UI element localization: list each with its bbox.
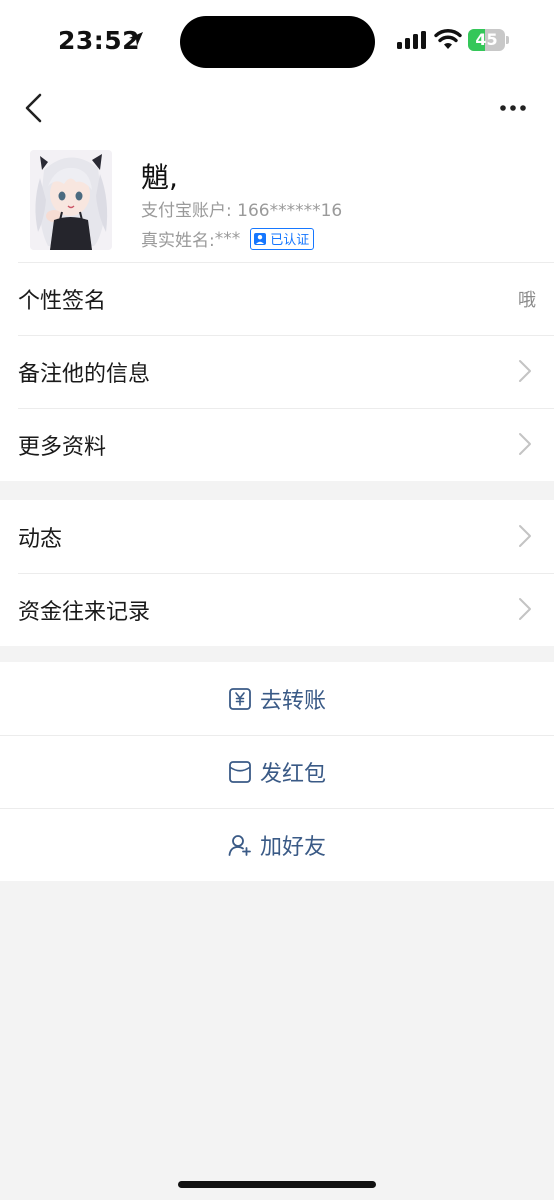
row-label: 个性签名 bbox=[18, 288, 107, 314]
transfer-label: 去转账 bbox=[259, 688, 326, 714]
signal-icon bbox=[397, 31, 426, 49]
realname-line: 真实姓名: *** 已认证 bbox=[141, 226, 315, 251]
account-line: 支付宝账户: 166******16 bbox=[141, 196, 342, 221]
chevron-right-icon bbox=[519, 525, 531, 547]
add-friend-label: 加好友 bbox=[259, 834, 326, 860]
signature-value: 哦 bbox=[518, 290, 536, 311]
battery-icon: 45 bbox=[468, 29, 510, 51]
red-packet-label: 发红包 bbox=[259, 761, 326, 787]
row-signature[interactable]: 个性签名 哦 bbox=[0, 262, 554, 335]
realname-value: *** bbox=[214, 228, 241, 249]
wifi-icon bbox=[434, 29, 462, 49]
realname-label: 真实姓名: bbox=[141, 231, 215, 251]
avatar[interactable] bbox=[30, 150, 112, 250]
row-label: 备注他的信息 bbox=[18, 361, 151, 387]
back-icon[interactable] bbox=[22, 92, 46, 124]
verified-badge-label: 已认证 bbox=[270, 233, 310, 248]
location-arrow-icon bbox=[129, 32, 143, 46]
info-section: 个性签名 哦 备注他的信息 更多资料 bbox=[0, 262, 554, 481]
more-icon[interactable] bbox=[498, 98, 528, 118]
add-friend-icon bbox=[228, 834, 251, 856]
account-label: 支付宝账户: bbox=[141, 201, 238, 221]
transfer-button[interactable]: 去转账 bbox=[0, 662, 554, 735]
activity-section: 动态 资金往来记录 bbox=[0, 500, 554, 646]
row-remark-info[interactable]: 备注他的信息 bbox=[0, 335, 554, 408]
battery-level: 45 bbox=[475, 30, 498, 49]
status-bar: 23:52 45 bbox=[0, 0, 554, 84]
add-friend-button[interactable]: 加好友 bbox=[0, 808, 554, 881]
account-value: 166******16 bbox=[237, 201, 343, 221]
row-more-profile[interactable]: 更多资料 bbox=[0, 408, 554, 481]
dynamic-island bbox=[180, 16, 375, 68]
row-moments[interactable]: 动态 bbox=[0, 500, 554, 573]
profile-header: 魈, 支付宝账户: 166******16 真实姓名: *** 已认证 bbox=[0, 84, 554, 262]
row-label: 资金往来记录 bbox=[18, 599, 151, 625]
row-fund-records[interactable]: 资金往来记录 bbox=[0, 573, 554, 646]
verified-icon bbox=[254, 232, 267, 245]
row-label: 更多资料 bbox=[18, 434, 107, 460]
actions-section: 去转账 发红包 加好友 bbox=[0, 662, 554, 881]
avatar-image bbox=[30, 150, 112, 250]
profile-name: 魈, bbox=[141, 161, 178, 194]
chevron-right-icon bbox=[519, 433, 531, 455]
chevron-right-icon bbox=[519, 598, 531, 620]
transfer-yuan-icon bbox=[229, 687, 251, 710]
verified-badge: 已认证 bbox=[250, 227, 315, 250]
red-packet-icon bbox=[229, 760, 251, 783]
red-packet-button[interactable]: 发红包 bbox=[0, 735, 554, 808]
home-indicator[interactable] bbox=[178, 1181, 376, 1188]
chevron-right-icon bbox=[519, 360, 531, 382]
row-label: 动态 bbox=[18, 526, 63, 552]
